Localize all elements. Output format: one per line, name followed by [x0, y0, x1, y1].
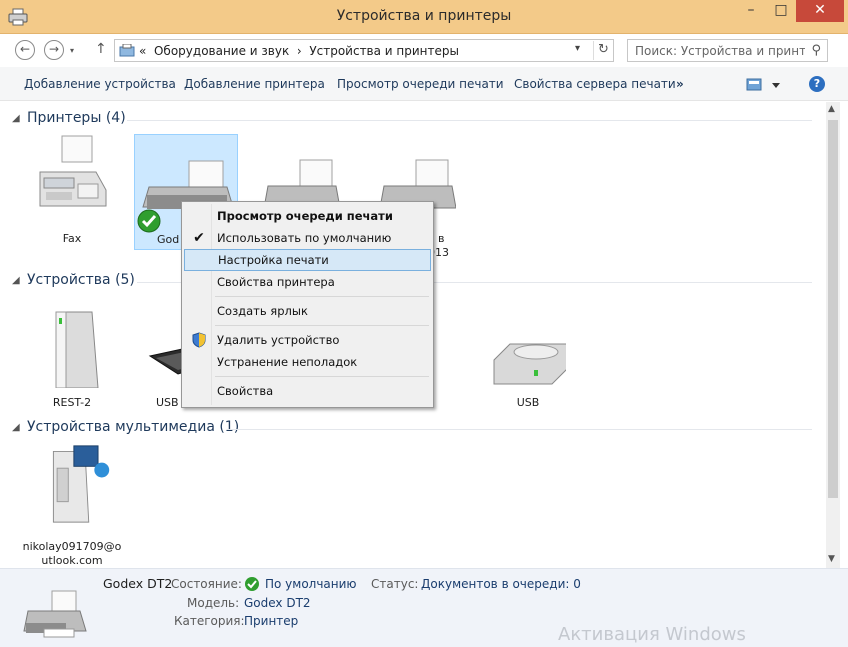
selected-printer-icon — [23, 590, 87, 638]
close-button[interactable]: ✕ — [796, 0, 844, 22]
print-server-properties-command[interactable]: Свойства сервера печати — [514, 77, 676, 91]
media-device-icon — [52, 445, 110, 523]
menu-item-printing-preferences[interactable]: Настройка печати — [184, 249, 431, 271]
menu-item-view-print-queue[interactable]: Просмотр очереди печати — [184, 205, 431, 227]
add-device-command[interactable]: Добавление устройства — [24, 77, 176, 91]
default-check-icon — [245, 577, 259, 591]
address-bar[interactable]: « Оборудование и звук › Устройства и при… — [114, 39, 614, 62]
menu-item-label: Использовать по умолчанию — [217, 231, 392, 245]
category-value: Принтер — [244, 614, 299, 628]
control-panel-icon — [119, 44, 135, 57]
menu-item-label: Удалить устройство — [217, 333, 340, 347]
section-divider — [127, 120, 812, 121]
breadcrumb-devices-and-printers[interactable]: Устройства и принтеры — [309, 44, 459, 58]
address-prefix: « — [139, 44, 147, 58]
more-commands-button[interactable]: » — [676, 77, 684, 91]
search-placeholder: Поиск: Устройства и принте... — [635, 44, 805, 58]
minimize-button[interactable]: – — [736, 0, 766, 22]
device-label: REST-2 — [52, 396, 92, 409]
device-item-fax[interactable]: Fax — [20, 132, 124, 252]
status-value: Документов в очереди: 0 — [421, 577, 581, 591]
address-dropdown-icon[interactable]: ▾ — [575, 43, 580, 54]
multimedia-section-header[interactable]: ◢ Устройства мультимедиа (1) — [12, 419, 812, 439]
vertical-scrollbar[interactable]: ▲ ▼ — [826, 102, 840, 568]
state-label: Состояние: — [171, 577, 242, 591]
scroll-up-icon[interactable]: ▲ — [828, 104, 835, 114]
search-box[interactable]: Поиск: Устройства и принте... ⚲ — [627, 39, 828, 62]
forward-button[interactable]: → — [44, 40, 64, 60]
scroll-down-icon[interactable]: ▼ — [828, 554, 835, 564]
printer-icon — [380, 159, 456, 209]
multimedia-section-title: Устройства мультимедиа (1) — [27, 419, 240, 435]
printers-section-header[interactable]: ◢ Принтеры (4) — [12, 110, 812, 130]
menu-separator — [215, 376, 429, 377]
device-item-media-device[interactable]: nikolay091709@o utlook.com — [20, 444, 124, 570]
activation-watermark: Активация Windows — [558, 624, 746, 645]
menu-item-printer-properties[interactable]: Свойства принтера — [184, 271, 431, 293]
section-divider — [227, 429, 812, 430]
menu-item-create-shortcut[interactable]: Создать ярлык — [184, 300, 431, 322]
status-label: Статус: — [371, 577, 419, 591]
model-value: Godex DT2 — [244, 596, 311, 610]
recent-locations-chevron-icon[interactable]: ▾ — [70, 46, 74, 55]
printer-icon — [264, 159, 340, 209]
window-title: Устройства и принтеры — [336, 8, 512, 24]
printers-section-title: Принтеры (4) — [27, 110, 126, 126]
collapse-chevron-icon[interactable]: ◢ — [12, 422, 20, 433]
maximize-button[interactable]: □ — [766, 0, 796, 22]
default-printer-check-icon — [137, 209, 161, 233]
device-label: ь в — [428, 232, 445, 245]
collapse-chevron-icon[interactable]: ◢ — [12, 275, 20, 286]
device-label: utlook.com — [41, 554, 103, 567]
menu-separator — [215, 296, 429, 297]
breadcrumb-hardware-and-sound[interactable]: Оборудование и звук — [154, 44, 289, 58]
device-label: nikolay091709@o — [22, 540, 122, 553]
scrollbar-thumb[interactable] — [828, 120, 838, 498]
device-label: USB — [516, 396, 540, 409]
refresh-icon[interactable]: ↻ — [593, 41, 613, 60]
back-button[interactable]: ← — [15, 40, 35, 60]
navigation-bar: ← → ▾ ↑ « Оборудование и звук › Устройст… — [0, 34, 848, 66]
up-button[interactable]: ↑ — [95, 41, 107, 57]
context-menu: Просмотр очереди печати ✔ Использовать п… — [181, 201, 434, 408]
menu-item-properties[interactable]: Свойства — [184, 380, 431, 402]
shield-icon — [192, 332, 206, 348]
change-view-icon[interactable] — [746, 77, 782, 93]
command-bar: Добавление устройства Добавление принтер… — [0, 67, 848, 101]
add-printer-command[interactable]: Добавление принтера — [184, 77, 325, 91]
device-item-rest-2[interactable]: REST-2 — [20, 308, 124, 414]
view-print-queue-command[interactable]: Просмотр очереди печати — [337, 77, 504, 91]
devices-section-title: Устройства (5) — [27, 272, 135, 288]
device-label: 013 — [428, 246, 449, 259]
external-drive-icon — [55, 311, 99, 388]
fax-icon — [39, 135, 107, 207]
search-icon[interactable]: ⚲ — [811, 43, 821, 58]
help-icon[interactable]: ? — [809, 76, 825, 92]
device-item-usb-drive[interactable]: USB — [476, 308, 580, 414]
device-label: Fax — [62, 232, 82, 245]
selected-device-name: Godex DT2 — [103, 576, 173, 591]
breadcrumb-separator[interactable]: › — [297, 44, 302, 58]
collapse-chevron-icon[interactable]: ◢ — [12, 113, 20, 124]
title-bar: Устройства и принтеры – □ ✕ — [0, 0, 848, 34]
model-label: Модель: — [187, 596, 240, 610]
checkmark-icon: ✔ — [193, 230, 205, 246]
menu-item-set-default[interactable]: ✔ Использовать по умолчанию — [184, 227, 431, 249]
menu-item-remove-device[interactable]: Удалить устройство — [184, 329, 431, 351]
state-value: По умолчанию — [265, 577, 357, 591]
usb-drive-icon — [493, 343, 566, 385]
menu-item-troubleshoot[interactable]: Устранение неполадок — [184, 351, 431, 373]
menu-separator — [215, 325, 429, 326]
category-label: Категория: — [174, 614, 245, 628]
